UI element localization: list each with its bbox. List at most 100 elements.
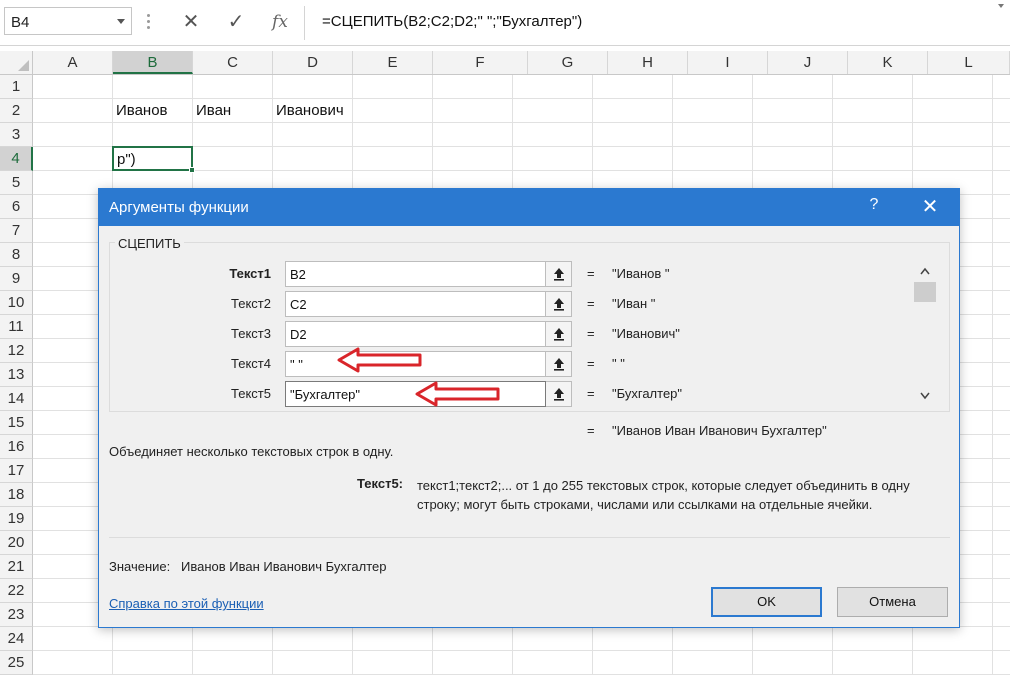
argument-result-2: "Иван " bbox=[612, 296, 656, 311]
row-header-7[interactable]: 7 bbox=[0, 219, 33, 243]
dialog-titlebar[interactable]: Аргументы функции ? ✕ bbox=[99, 189, 959, 226]
function-help-link[interactable]: Справка по этой функции bbox=[109, 596, 264, 611]
column-header-b[interactable]: B bbox=[113, 51, 193, 74]
row-header-11[interactable]: 11 bbox=[0, 315, 33, 339]
collapse-dialog-button[interactable] bbox=[546, 321, 572, 347]
formula-result: "Иванов Иван Иванович Бухгалтер" bbox=[612, 423, 827, 438]
argument-label: Текст2 bbox=[231, 296, 271, 311]
divider bbox=[109, 537, 950, 538]
collapse-arrow-icon bbox=[554, 358, 564, 371]
column-header-j[interactable]: J bbox=[768, 51, 848, 74]
function-description: Объединяет несколько текстовых строк в о… bbox=[109, 444, 394, 459]
formula-input[interactable]: =СЦЕПИТЬ(B2;C2;D2;" ";"Бухгалтер") bbox=[322, 13, 582, 30]
argument-label: Текст1 bbox=[229, 266, 271, 281]
row-header-13[interactable]: 13 bbox=[0, 363, 33, 387]
argument-input-4[interactable]: " " bbox=[285, 351, 546, 377]
insert-function-button[interactable]: fx bbox=[263, 8, 297, 36]
collapse-dialog-button[interactable] bbox=[546, 291, 572, 317]
function-name-label: СЦЕПИТЬ bbox=[115, 236, 184, 251]
column-header-i[interactable]: I bbox=[688, 51, 768, 74]
row-header-1[interactable]: 1 bbox=[0, 75, 33, 99]
arguments-scrollbar[interactable] bbox=[914, 264, 936, 404]
ok-button[interactable]: OK bbox=[711, 587, 822, 617]
row-header-17[interactable]: 17 bbox=[0, 459, 33, 483]
expand-formula-bar-icon[interactable] bbox=[998, 4, 1004, 8]
formula-bar-divider bbox=[304, 6, 305, 40]
row-header-3[interactable]: 3 bbox=[0, 123, 33, 147]
row-header-21[interactable]: 21 bbox=[0, 555, 33, 579]
row-header-18[interactable]: 18 bbox=[0, 483, 33, 507]
row-header-25[interactable]: 25 bbox=[0, 651, 33, 675]
row-header-23[interactable]: 23 bbox=[0, 603, 33, 627]
enter-entry-button[interactable]: ✓ bbox=[219, 8, 253, 36]
column-header-g[interactable]: G bbox=[528, 51, 608, 74]
close-icon[interactable]: ✕ bbox=[919, 194, 941, 219]
name-box[interactable]: B4 bbox=[4, 7, 132, 35]
select-all-button[interactable] bbox=[0, 51, 33, 74]
column-header-h[interactable]: H bbox=[608, 51, 688, 74]
column-header-f[interactable]: F bbox=[433, 51, 528, 74]
function-arguments-dialog: Аргументы функции ? ✕ СЦЕПИТЬ Текст1 B2 … bbox=[98, 188, 960, 628]
row-header-14[interactable]: 14 bbox=[0, 387, 33, 411]
equals-sign: = bbox=[587, 266, 595, 281]
dialog-title: Аргументы функции bbox=[109, 199, 249, 216]
row-header-8[interactable]: 8 bbox=[0, 243, 33, 267]
scroll-down-icon[interactable] bbox=[920, 392, 930, 400]
argument-row-5: Текст5 "Бухгалтер" = "Бухгалтер" bbox=[99, 381, 799, 407]
equals-sign: = bbox=[587, 423, 595, 438]
argument-help-text: текст1;текст2;... от 1 до 255 текстовых … bbox=[417, 478, 910, 512]
row-header-15[interactable]: 15 bbox=[0, 411, 33, 435]
row-header-10[interactable]: 10 bbox=[0, 291, 33, 315]
cell-d2[interactable]: Иванович bbox=[276, 102, 344, 119]
column-header-d[interactable]: D bbox=[273, 51, 353, 74]
help-icon[interactable]: ? bbox=[864, 196, 884, 214]
column-header-a[interactable]: A bbox=[33, 51, 113, 74]
cell-b2[interactable]: Иванов bbox=[116, 102, 168, 119]
row-header-6[interactable]: 6 bbox=[0, 195, 33, 219]
column-header-k[interactable]: K bbox=[848, 51, 928, 74]
fill-handle[interactable] bbox=[189, 167, 195, 173]
collapse-dialog-button[interactable] bbox=[546, 381, 572, 407]
row-header-5[interactable]: 5 bbox=[0, 171, 33, 195]
scroll-up-icon[interactable] bbox=[920, 267, 930, 275]
equals-sign: = bbox=[587, 326, 595, 341]
argument-label: Текст3 bbox=[231, 326, 271, 341]
row-header-9[interactable]: 9 bbox=[0, 267, 33, 291]
scrollbar-thumb[interactable] bbox=[914, 282, 936, 302]
collapse-dialog-button[interactable] bbox=[546, 351, 572, 377]
equals-sign: = bbox=[587, 386, 595, 401]
collapse-arrow-icon bbox=[554, 268, 564, 281]
argument-result-4: " " bbox=[612, 356, 625, 371]
argument-input-3[interactable]: D2 bbox=[285, 321, 546, 347]
value-text: Иванов Иван Иванович Бухгалтер bbox=[181, 559, 387, 574]
cancel-entry-button[interactable]: ✕ bbox=[174, 8, 208, 36]
row-header-20[interactable]: 20 bbox=[0, 531, 33, 555]
collapse-dialog-button[interactable] bbox=[546, 261, 572, 287]
formula-bar: B4 ✕ ✓ fx =СЦЕПИТЬ(B2;C2;D2;" ";"Бухгалт… bbox=[0, 0, 1010, 46]
formula-bar-grip-icon bbox=[147, 14, 150, 30]
row-header-22[interactable]: 22 bbox=[0, 579, 33, 603]
argument-input-1[interactable]: B2 bbox=[285, 261, 546, 287]
row-header-4[interactable]: 4 bbox=[0, 147, 33, 171]
row-header-19[interactable]: 19 bbox=[0, 507, 33, 531]
active-cell-b4[interactable]: р") bbox=[112, 146, 195, 173]
column-header-l[interactable]: L bbox=[928, 51, 1010, 74]
argument-row-4: Текст4 " " = " " bbox=[99, 351, 799, 377]
cell-c2[interactable]: Иван bbox=[196, 102, 231, 119]
argument-input-2[interactable]: C2 bbox=[285, 291, 546, 317]
row-header-12[interactable]: 12 bbox=[0, 339, 33, 363]
argument-label: Текст4 bbox=[231, 356, 271, 371]
column-header-e[interactable]: E bbox=[353, 51, 433, 74]
cancel-button[interactable]: Отмена bbox=[837, 587, 948, 617]
collapse-arrow-icon bbox=[554, 298, 564, 311]
name-box-value: B4 bbox=[11, 14, 30, 31]
argument-row-3: Текст3 D2 = "Иванович" bbox=[99, 321, 799, 347]
argument-input-5[interactable]: "Бухгалтер" bbox=[285, 381, 546, 407]
column-headers: A B C D E F G H I J K L bbox=[0, 51, 1010, 75]
row-header-2[interactable]: 2 bbox=[0, 99, 33, 123]
argument-result-3: "Иванович" bbox=[612, 326, 680, 341]
row-header-16[interactable]: 16 bbox=[0, 435, 33, 459]
column-header-c[interactable]: C bbox=[193, 51, 273, 74]
row-header-24[interactable]: 24 bbox=[0, 627, 33, 651]
name-box-dropdown-icon[interactable] bbox=[117, 19, 125, 24]
